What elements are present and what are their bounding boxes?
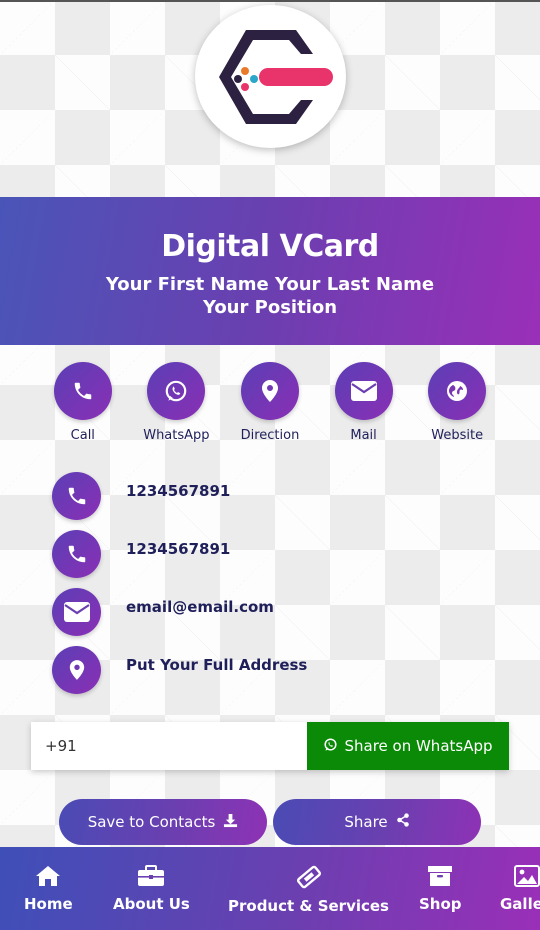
home-icon xyxy=(35,865,61,891)
envelope-icon xyxy=(334,362,393,420)
contact-phone-2-text: 1234567891 xyxy=(126,540,231,558)
contact-email-text: email@email.com xyxy=(126,598,274,616)
nav-product-services-label: Product & Services xyxy=(228,897,389,915)
whatsapp-icon xyxy=(147,362,206,420)
archive-box-icon xyxy=(427,865,453,891)
map-marker-icon xyxy=(240,362,299,420)
contact-address-text: Put Your Full Address xyxy=(126,656,308,674)
nav-gallery-label: Gallery xyxy=(500,895,540,913)
nav-about-us[interactable]: About Us xyxy=(113,865,190,913)
share-icon xyxy=(396,813,410,831)
share-label: Share xyxy=(344,813,388,831)
share-on-whatsapp-button[interactable]: Share on WhatsApp xyxy=(307,722,509,770)
phone-icon xyxy=(52,530,101,578)
phone-icon xyxy=(52,472,101,520)
contact-email[interactable]: email@email.com xyxy=(52,588,274,636)
bottom-navigation: Home About Us Product & Services Shop Ga… xyxy=(0,847,540,930)
action-whatsapp-label: WhatsApp xyxy=(143,428,210,443)
nav-gallery[interactable]: Gallery xyxy=(500,865,540,913)
download-icon xyxy=(223,813,238,832)
nav-home-label: Home xyxy=(24,895,73,913)
card-title: Digital VCard xyxy=(161,229,379,264)
action-direction[interactable]: Direction xyxy=(223,362,317,443)
nav-shop-label: Shop xyxy=(419,895,462,913)
ticket-icon xyxy=(295,865,323,893)
action-whatsapp[interactable]: WhatsApp xyxy=(130,362,224,443)
nav-about-us-label: About Us xyxy=(113,895,190,913)
envelope-icon xyxy=(52,588,101,636)
action-website[interactable]: Website xyxy=(410,362,504,443)
image-icon xyxy=(500,865,540,891)
share-button[interactable]: Share xyxy=(273,799,481,845)
globe-icon xyxy=(428,362,487,420)
profile-position: Your Position xyxy=(202,297,338,318)
nav-shop[interactable]: Shop xyxy=(419,865,462,913)
contact-phone-1[interactable]: 1234567891 xyxy=(52,472,230,520)
contact-address[interactable]: Put Your Full Address xyxy=(52,646,307,694)
contact-phone-1-text: 1234567891 xyxy=(126,482,231,500)
nav-home[interactable]: Home xyxy=(24,865,73,913)
whatsapp-icon xyxy=(323,737,338,756)
action-call-label: Call xyxy=(70,428,95,443)
quick-actions: Call WhatsApp Direction Mail Website xyxy=(36,362,504,443)
top-border xyxy=(0,0,540,2)
briefcase-icon xyxy=(137,865,165,891)
whatsapp-number-input[interactable] xyxy=(31,722,307,770)
share-on-whatsapp-label: Share on WhatsApp xyxy=(344,737,493,755)
nav-product-services[interactable]: Product & Services xyxy=(228,865,389,915)
phone-icon xyxy=(53,362,112,420)
map-marker-icon xyxy=(52,646,101,694)
action-mail[interactable]: Mail xyxy=(317,362,411,443)
action-call[interactable]: Call xyxy=(36,362,130,443)
action-direction-label: Direction xyxy=(240,428,300,443)
save-to-contacts-label: Save to Contacts xyxy=(87,813,216,831)
profile-banner: Digital VCard Your First Name Your Last … xyxy=(0,197,540,345)
whatsapp-share-form: Share on WhatsApp xyxy=(31,722,509,770)
action-website-label: Website xyxy=(431,428,484,443)
action-mail-label: Mail xyxy=(350,428,377,443)
profile-name: Your First Name Your Last Name xyxy=(105,274,435,295)
save-to-contacts-button[interactable]: Save to Contacts xyxy=(59,799,267,845)
contact-phone-2[interactable]: 1234567891 xyxy=(52,530,230,578)
company-logo xyxy=(195,5,346,148)
